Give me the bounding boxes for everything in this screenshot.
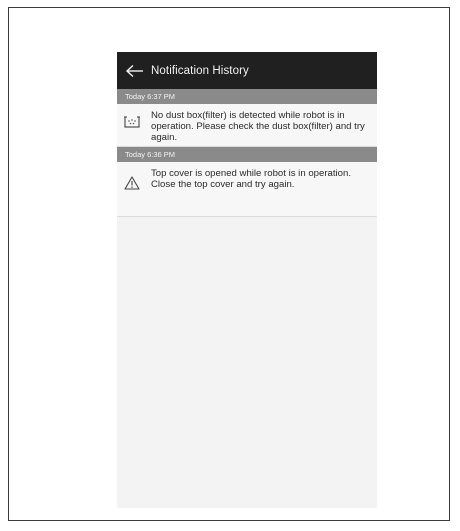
arrow-left-icon[interactable] [125,64,145,78]
notification-message: No dust box(filter) is detected while ro… [151,110,365,143]
dust-box-icon [117,104,147,129]
notification-item[interactable]: Top cover is opened while robot is in op… [117,162,377,217]
app-bar: Notification History [117,52,377,89]
notification-message: Top cover is opened while robot is in op… [151,168,351,190]
document-frame: Notification History Today 6:37 PM No du… [8,7,450,521]
phone-screen: Notification History Today 6:37 PM No du… [117,52,377,508]
warning-triangle-icon [117,162,147,190]
timestamp-header: Today 6:37 PM [117,89,377,104]
notification-item[interactable]: No dust box(filter) is detected while ro… [117,104,377,147]
page-title: Notification History [151,64,249,77]
